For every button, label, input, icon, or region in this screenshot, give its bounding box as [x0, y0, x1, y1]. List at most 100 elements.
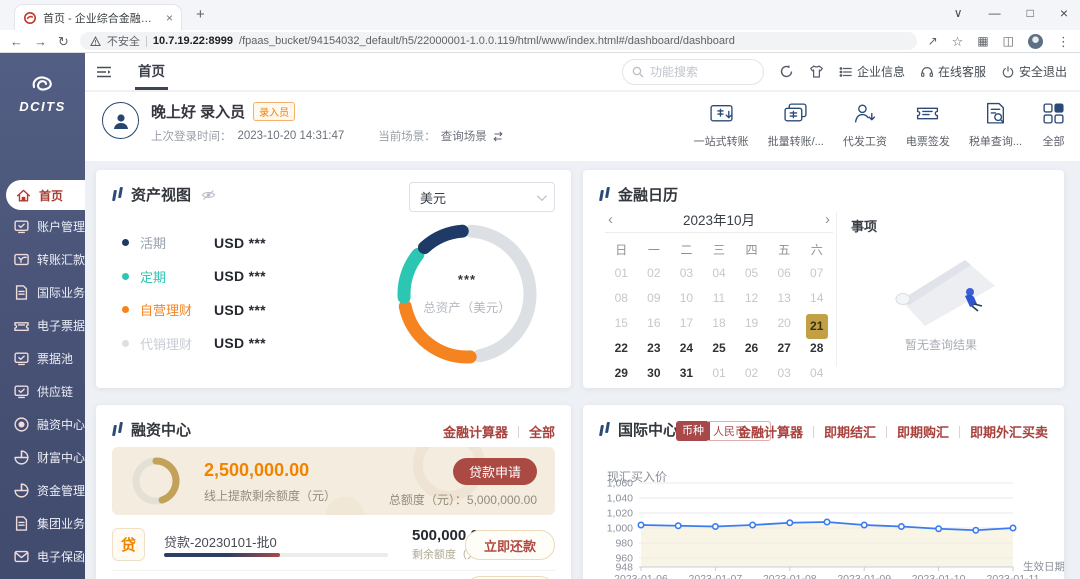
sidebar-item-资金管理[interactable]: 资金管理 — [0, 474, 85, 507]
browser-profile-avatar[interactable] — [1028, 34, 1043, 49]
calendar-day[interactable]: 02 — [735, 361, 768, 386]
quick-action-电票签发[interactable]: 电票签发 — [906, 101, 950, 149]
header-link-安全退出[interactable]: 安全退出 — [1001, 63, 1067, 80]
calendar-day[interactable]: 04 — [703, 261, 736, 286]
quick-action-批量转账/...[interactable]: 批量转账/... — [768, 101, 824, 149]
bookmark-star-icon[interactable]: ☆ — [952, 35, 964, 48]
link-金融计算器[interactable]: 金融计算器 — [443, 422, 508, 441]
calendar-day[interactable]: 01 — [605, 261, 638, 286]
sidebar-item-电子票据[interactable]: 电子票据 — [0, 309, 85, 342]
eye-off-icon[interactable] — [201, 189, 216, 201]
link-即期购汇[interactable]: 即期购汇 — [897, 422, 949, 441]
calendar-day[interactable]: 19 — [735, 311, 768, 336]
sidebar-item-转账汇款[interactable]: 转账汇款 — [0, 243, 85, 276]
browser-menu-icon[interactable]: ⋮ — [1057, 35, 1070, 48]
calendar-day[interactable]: 30 — [638, 361, 671, 386]
calendar-day[interactable]: 20 — [768, 311, 801, 336]
refresh-icon[interactable] — [779, 64, 794, 79]
calendar-day[interactable]: 03 — [670, 261, 703, 286]
calendar-day[interactable]: 10 — [670, 286, 703, 311]
last-login-label: 上次登录时间： — [151, 128, 232, 144]
repay-now-button[interactable]: 立即还款 — [465, 530, 555, 560]
function-search[interactable] — [622, 59, 764, 85]
quick-action-税单查询...[interactable]: 税单查询... — [969, 101, 1022, 149]
url-bar[interactable]: 不安全 10.7.19.22:8999 /fpaas_bucket/941540… — [80, 32, 917, 50]
sidebar-item-国际业务[interactable]: 国际业务 — [0, 276, 85, 309]
calendar-day[interactable]: 17 — [670, 311, 703, 336]
reload-icon[interactable]: ↻ — [58, 35, 69, 48]
collapse-menu-icon[interactable] — [96, 65, 112, 79]
header-links: 企业信息在线客服安全退出 — [839, 63, 1067, 80]
calendar-day[interactable]: 28 — [800, 336, 833, 361]
calendar-day[interactable]: 16 — [638, 311, 671, 336]
link-即期外汇买卖[interactable]: 即期外汇买卖 — [970, 422, 1048, 441]
next-month-icon[interactable]: › — [822, 211, 833, 228]
calendar-day[interactable]: 09 — [638, 286, 671, 311]
calendar-day-today[interactable]: 21 — [800, 311, 833, 336]
calendar-day[interactable]: 11 — [703, 286, 736, 311]
calendar-day[interactable]: 12 — [735, 286, 768, 311]
share-icon[interactable]: ↗ — [928, 35, 938, 47]
sidebar-item-融资中心[interactable]: 融资中心 — [0, 408, 85, 441]
forward-icon[interactable]: → — [34, 35, 47, 48]
sidebar-item-账户管理[interactable]: 账户管理 — [0, 210, 85, 243]
calendar-day[interactable]: 23 — [638, 336, 671, 361]
header-link-企业信息[interactable]: 企业信息 — [839, 63, 905, 80]
link-即期结汇[interactable]: 即期结汇 — [824, 422, 876, 441]
calendar-day[interactable]: 26 — [735, 336, 768, 361]
minimize-icon[interactable]: — — [989, 6, 1001, 20]
browser-tab[interactable]: 首页 - 企业综合金融服务平台 × — [14, 4, 182, 30]
header-link-在线客服[interactable]: 在线客服 — [920, 63, 986, 80]
sidebar-item-电子保函[interactable]: 电子保函 — [0, 540, 85, 573]
app-logo: DCITS — [0, 53, 85, 114]
calendar-day[interactable]: 27 — [768, 336, 801, 361]
link-全部[interactable]: 全部 — [529, 422, 555, 441]
new-tab-button[interactable]: + — [196, 6, 205, 23]
user-avatar[interactable] — [102, 102, 139, 139]
currency-select[interactable]: 美元 — [409, 182, 555, 212]
calendar-day[interactable]: 25 — [703, 336, 736, 361]
back-icon[interactable]: ← — [10, 35, 23, 48]
tab-home[interactable]: 首页 — [135, 53, 168, 90]
calendar-day[interactable]: 13 — [768, 286, 801, 311]
calendar-day[interactable]: 18 — [703, 311, 736, 336]
quick-action-代发工资[interactable]: 代发工资 — [843, 101, 887, 149]
calendar-day[interactable]: 02 — [638, 261, 671, 286]
calendar-day[interactable]: 07 — [800, 261, 833, 286]
calendar-day[interactable]: 05 — [735, 261, 768, 286]
calendar-day[interactable]: 22 — [605, 336, 638, 361]
sidebar-item-集团业务[interactable]: 集团业务 — [0, 507, 85, 540]
sidebar-item-财富中心[interactable]: 财富中心 — [0, 441, 85, 474]
donut-center-value: *** — [387, 272, 547, 287]
calendar-day[interactable]: 04 — [800, 361, 833, 386]
switch-scene-icon[interactable] — [492, 131, 504, 142]
billpool-icon — [13, 350, 30, 367]
calendar-day[interactable]: 03 — [768, 361, 801, 386]
link-金融计算器[interactable]: 金融计算器 — [738, 422, 803, 441]
quick-action-全部[interactable]: 全部 — [1041, 101, 1066, 149]
calendar-day[interactable]: 29 — [605, 361, 638, 386]
prev-month-icon[interactable]: ‹ — [605, 211, 616, 228]
sidebar-item-票据池[interactable]: 票据池 — [0, 342, 85, 375]
calendar-day[interactable]: 08 — [605, 286, 638, 311]
extensions-icon[interactable]: ▦ — [977, 35, 988, 47]
tab-search-icon[interactable]: ∨ — [954, 6, 963, 20]
calendar-day[interactable]: 06 — [768, 261, 801, 286]
restore-icon[interactable]: □ — [1027, 6, 1034, 20]
weekday-label: 三 — [703, 240, 736, 261]
close-window-icon[interactable]: × — [1060, 5, 1068, 21]
calendar-day[interactable]: 01 — [703, 361, 736, 386]
quick-action-label: 税单查询... — [969, 133, 1022, 149]
calendar-day[interactable]: 15 — [605, 311, 638, 336]
quick-action-一站式转账[interactable]: 一站式转账 — [694, 101, 749, 149]
calendar-day[interactable]: 14 — [800, 286, 833, 311]
search-input[interactable] — [650, 65, 754, 79]
theme-skin-icon[interactable] — [809, 64, 824, 79]
calendar-day[interactable]: 31 — [670, 361, 703, 386]
calendar-day[interactable]: 24 — [670, 336, 703, 361]
loan-apply-button[interactable]: 贷款申请 — [453, 458, 537, 485]
sidebar-item-首页[interactable]: 首页 — [6, 180, 85, 210]
sidebar-item-供应链[interactable]: 供应链 — [0, 375, 85, 408]
tab-close-icon[interactable]: × — [166, 12, 173, 24]
side-panel-icon[interactable]: ◫ — [1003, 35, 1014, 47]
